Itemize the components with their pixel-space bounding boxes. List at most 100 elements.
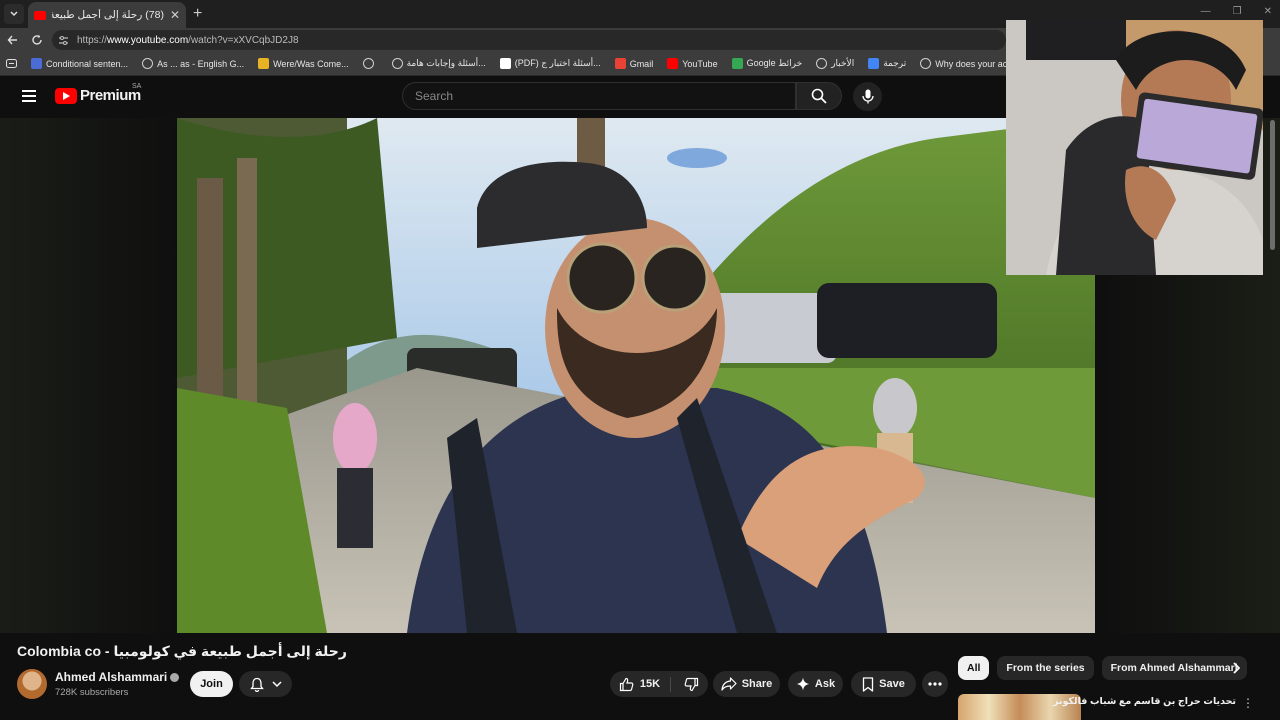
bookmark-item[interactable]: Were/Was Come... [258,58,349,69]
webcam-overlay [1006,20,1263,275]
chip-from-the-series[interactable]: From the series [997,656,1094,680]
bookmark-item[interactable]: Google خرائط [731,58,803,69]
recommendation-title[interactable]: تحديات حراج بن قاسم مع شباب فالكونز [1053,696,1236,707]
bookmark-item[interactable]: (PDF) أسئلة اختبار ج... [499,58,601,69]
bookmark-favicon-icon [868,58,880,69]
bookmark-item[interactable]: Conditional senten... [31,58,128,69]
bookmark-label: أسئلة وإجابات هامة... [406,58,486,68]
recommendation-more-icon[interactable]: ⋮ [1242,696,1254,710]
youtube-logo[interactable]: Premium SA [55,83,141,104]
bookmark-icon [862,676,874,692]
bookmark-favicon-icon [614,58,626,69]
url-text: https://www.youtube.com/watch?v=xXVCqbJD… [77,35,299,46]
subscriber-count: 728K subscribers [55,687,129,698]
chevron-down-icon [10,11,18,17]
tab-groups-icon[interactable] [6,59,17,68]
video-player[interactable] [177,118,1095,633]
bookmark-item[interactable]: YouTube [667,58,718,69]
bookmark-item[interactable]: Why does your acc... [920,58,1019,69]
arrow-left-icon [7,35,17,45]
url-path: /watch?v=xXVCqbJD2J8 [188,34,299,46]
bookmark-label: Were/Was Come... [273,58,349,69]
bookmark-favicon-icon [816,58,828,69]
video-frame-image [177,118,1095,633]
dislike-button[interactable] [676,677,699,692]
recommendation-item[interactable]: تحديات حراج بن قاسم مع شباب فالكونز ⋮ [958,694,1254,720]
bookmark-favicon-icon [362,58,374,69]
bookmark-item[interactable]: أسئلة وإجابات هامة... [391,58,486,69]
bookmark-favicon-icon [667,58,679,69]
tab-title: (78) رحلة إلى أجمل طبيعة في كولومبيا [52,9,164,21]
voice-search-button[interactable] [853,82,882,111]
close-window-icon[interactable]: ✕ [1264,6,1272,17]
bookmark-favicon-icon [31,58,42,69]
save-button[interactable]: Save [851,671,916,697]
reload-icon [32,34,42,45]
bookmark-label: YouTube [682,58,718,69]
bookmark-label: Google خرائط [746,58,803,68]
ask-button[interactable]: Ask [788,671,843,697]
search-button[interactable] [796,82,842,110]
channel-avatar[interactable] [17,669,47,699]
like-button[interactable]: 15K [619,676,672,692]
bookmark-item[interactable]: As ... as - English G... [142,58,244,69]
bookmark-label: ترجمة [883,58,907,68]
reload-button[interactable] [29,32,45,48]
bookmark-item[interactable]: ترجمة [868,58,906,69]
page-scrollbar[interactable] [1270,120,1275,250]
verified-icon [170,673,180,683]
thumbs-down-icon [684,677,699,691]
youtube-play-logo-icon [55,87,77,104]
back-button[interactable] [5,32,21,48]
share-icon [721,677,737,691]
bookmark-item[interactable] [362,58,378,69]
bookmark-favicon-icon [731,58,743,69]
bookmark-favicon-icon [499,58,511,69]
menu-icon[interactable] [22,90,36,102]
youtube-favicon-icon [34,10,46,20]
bookmark-item[interactable]: الأخبار [816,58,854,69]
share-label: Share [741,678,773,690]
bookmark-label: الأخبار [831,58,855,68]
bookmark-item[interactable]: Gmail [614,58,654,69]
join-button[interactable]: Join [190,671,233,697]
minimize-icon[interactable]: — [1201,6,1211,17]
bookmark-label: Conditional senten... [46,58,129,69]
url-host: www.youtube.com [107,34,189,46]
thumbs-up-icon [619,677,634,691]
site-info-icon[interactable] [58,35,69,46]
close-tab-icon[interactable]: ✕ [170,8,180,22]
like-count: 15K [639,678,661,690]
recommendation-chips: All From the series From Ahmed Alshammari [958,656,1248,680]
search-icon [811,88,827,104]
chip-from-ahmed-alshammari[interactable]: From Ahmed Alshammari [1101,656,1247,680]
bookmark-label: As ... as - English G... [157,58,245,69]
sparkle-icon [796,677,810,691]
search-input[interactable]: Search [402,82,796,110]
share-button[interactable]: Share [713,671,780,697]
ask-label: Ask [814,678,836,690]
more-actions-button[interactable] [922,671,948,697]
new-tab-button[interactable]: + [193,5,202,23]
browser-tab-active[interactable]: (78) رحلة إلى أجمل طبيعة في كولومبيا ✕ [28,2,186,28]
channel-name-text: Ahmed Alshammari [55,670,168,684]
restore-icon[interactable]: ❐ [1233,6,1242,17]
bookmark-label: (PDF) أسئلة اختبار ج... [514,58,601,68]
bookmark-label: Gmail [629,58,654,69]
region-code: SA [132,83,142,90]
notifications-button[interactable] [239,671,292,697]
chip-all[interactable]: All [958,656,990,680]
more-horizontal-icon [928,682,942,686]
bookmark-favicon-icon [920,58,932,69]
like-dislike-group: 15K [610,671,708,697]
address-bar[interactable]: https://www.youtube.com/watch?v=xXVCqbJD… [52,30,1006,50]
bookmark-favicon-icon [142,58,154,69]
tab-search-button[interactable] [4,4,24,24]
channel-name[interactable]: Ahmed Alshammari [55,670,180,684]
url-scheme: https:// [77,34,108,46]
chips-next-button[interactable] [1228,660,1244,676]
chevron-right-icon [1233,662,1240,674]
window-controls: — ❐ ✕ [1201,6,1272,17]
microphone-icon [861,89,874,104]
webcam-image [1006,20,1263,275]
